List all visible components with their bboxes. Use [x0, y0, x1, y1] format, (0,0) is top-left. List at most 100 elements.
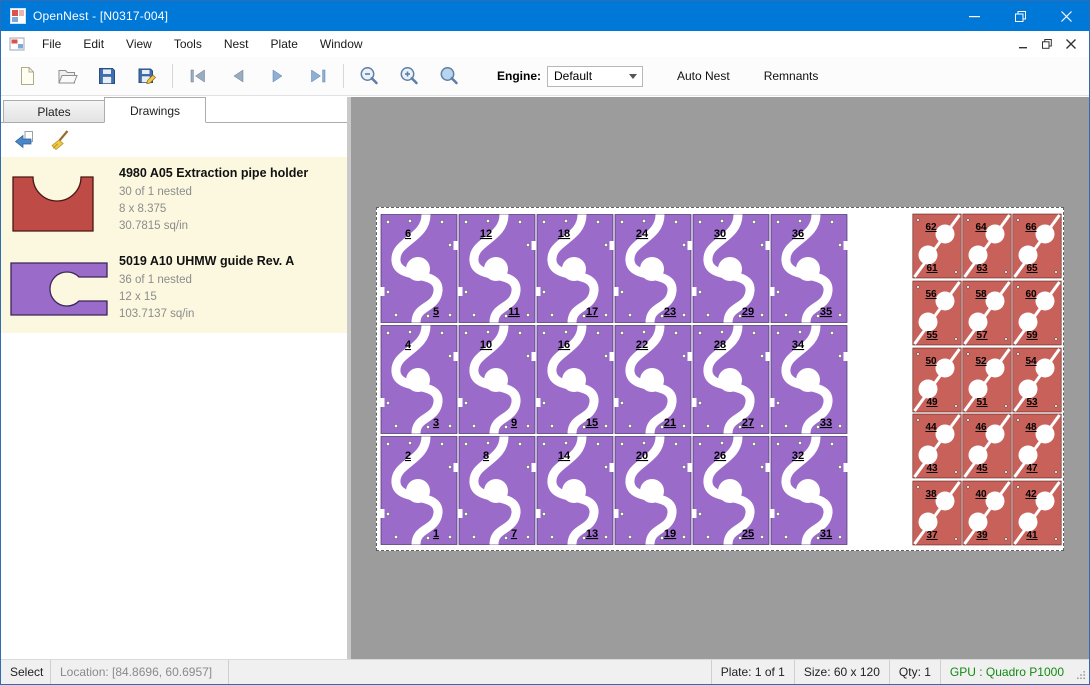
window-title: OpenNest - [N0317-004] [33, 9, 168, 23]
drawing-list-item[interactable]: 5019 A10 UHMW guide Rev. A 36 of 1 neste… [1, 245, 347, 333]
go-first-icon [187, 65, 209, 87]
mdi-close-button[interactable] [1059, 34, 1083, 54]
close-button[interactable] [1043, 1, 1089, 31]
open-button[interactable] [47, 60, 87, 92]
broom-icon [48, 128, 72, 152]
go-last-icon [307, 65, 329, 87]
nest-part-pair[interactable]: 6463 [962, 213, 1012, 279]
import-drawing-button[interactable] [11, 127, 37, 153]
drawing-list-item[interactable]: 4980 A05 Extraction pipe holder 30 of 1 … [1, 157, 347, 245]
zoom-out-button[interactable] [349, 60, 389, 92]
auto-nest-button[interactable]: Auto Nest [667, 63, 740, 89]
part-pair-shape: 3837 [912, 480, 962, 546]
drawing-size: 12 x 15 [119, 289, 294, 306]
part-number: 48 [1025, 422, 1037, 433]
nest-red-grid: 6261 6463 6665 5655 5857 6059 [912, 213, 1062, 547]
nest-part-pair[interactable]: 2423 [614, 213, 692, 324]
nest-part-pair[interactable]: 4039 [962, 480, 1012, 546]
menu-item-nest[interactable]: Nest [213, 31, 260, 57]
nest-part-pair[interactable]: 109 [458, 324, 536, 435]
part-number: 14 [558, 450, 571, 462]
next-plate-button[interactable] [258, 60, 298, 92]
part-number: 29 [742, 306, 754, 318]
purple-part-shape [9, 257, 109, 319]
part-number: 61 [926, 263, 938, 274]
part-number: 35 [820, 306, 832, 318]
previous-plate-button[interactable] [218, 60, 258, 92]
part-number: 19 [664, 528, 676, 540]
part-pair-shape: 1211 [458, 213, 536, 324]
nest-part-pair[interactable]: 2221 [614, 324, 692, 435]
mdi-restore-button[interactable] [1035, 34, 1059, 54]
nest-part-pair[interactable]: 6665 [1012, 213, 1062, 279]
drawings-toolbar [1, 123, 347, 157]
nest-part-pair[interactable]: 5857 [962, 280, 1012, 346]
first-plate-button[interactable] [178, 60, 218, 92]
nest-part-pair[interactable]: 6261 [912, 213, 962, 279]
nest-part-pair[interactable]: 3635 [770, 213, 848, 324]
nest-part-pair[interactable]: 5655 [912, 280, 962, 346]
part-number: 7 [511, 528, 517, 540]
nest-part-pair[interactable]: 2019 [614, 435, 692, 546]
part-pair-shape: 4847 [1012, 413, 1062, 479]
nest-part-pair[interactable]: 5453 [1012, 347, 1062, 413]
nest-part-pair[interactable]: 1413 [536, 435, 614, 546]
nest-part-pair[interactable]: 4443 [912, 413, 962, 479]
nest-part-pair[interactable]: 3433 [770, 324, 848, 435]
minimize-button[interactable] [951, 1, 997, 31]
nest-part-pair[interactable]: 3231 [770, 435, 848, 546]
mdi-minimize-button[interactable] [1011, 34, 1035, 54]
menu-item-tools[interactable]: Tools [163, 31, 213, 57]
menu-item-window[interactable]: Window [309, 31, 374, 57]
drawing-meta: 5019 A10 UHMW guide Rev. A 36 of 1 neste… [111, 253, 294, 323]
save-as-button[interactable] [127, 60, 167, 92]
new-button[interactable] [7, 60, 47, 92]
tab-plates[interactable]: Plates [3, 100, 105, 123]
save-button[interactable] [87, 60, 127, 92]
engine-select[interactable]: Default [547, 66, 643, 87]
zoom-in-button[interactable] [389, 60, 429, 92]
part-number: 5 [433, 306, 439, 318]
remnants-button[interactable]: Remnants [754, 63, 829, 89]
nest-part-pair[interactable]: 4241 [1012, 480, 1062, 546]
nest-part-pair[interactable]: 6059 [1012, 280, 1062, 346]
document-icon [9, 36, 25, 52]
nest-part-pair[interactable]: 2625 [692, 435, 770, 546]
nest-part-pair[interactable]: 2827 [692, 324, 770, 435]
menu-item-view[interactable]: View [115, 31, 163, 57]
menu-item-edit[interactable]: Edit [72, 31, 115, 57]
nest-part-pair[interactable]: 5049 [912, 347, 962, 413]
nest-part-pair[interactable]: 65 [380, 213, 458, 324]
maximize-button[interactable] [997, 1, 1043, 31]
nest-part-pair[interactable]: 4645 [962, 413, 1012, 479]
drawing-name: 4980 A05 Extraction pipe holder [119, 166, 308, 180]
nest-canvas[interactable]: 65 1211 1817 2423 3029 [351, 97, 1089, 659]
part-number: 4 [405, 339, 412, 351]
part-pair-shape: 65 [380, 213, 458, 324]
nest-part-pair[interactable]: 3029 [692, 213, 770, 324]
last-plate-button[interactable] [298, 60, 338, 92]
statusbar: Select Location: [84.8696, 60.6957] Plat… [1, 659, 1089, 684]
zoom-fit-icon [438, 65, 460, 87]
nest-part-pair[interactable]: 5251 [962, 347, 1012, 413]
engine-selected-value: Default [548, 69, 629, 83]
nest-part-pair[interactable]: 1817 [536, 213, 614, 324]
part-pair-shape: 4645 [962, 413, 1012, 479]
tab-drawings[interactable]: Drawings [104, 97, 206, 123]
nest-part-pair[interactable]: 1211 [458, 213, 536, 324]
status-gpu: GPU : Quadro P1000 [940, 660, 1073, 684]
nest-part-pair[interactable]: 1615 [536, 324, 614, 435]
zoom-in-icon [398, 65, 420, 87]
clear-drawings-button[interactable] [47, 127, 73, 153]
left-panel-tabs: Plates Drawings [1, 97, 347, 123]
nest-part-pair[interactable]: 3837 [912, 480, 962, 546]
nest-part-pair[interactable]: 87 [458, 435, 536, 546]
nest-part-pair[interactable]: 43 [380, 324, 458, 435]
part-number: 44 [925, 422, 937, 433]
resize-grip[interactable] [1073, 660, 1089, 684]
nest-part-pair[interactable]: 21 [380, 435, 458, 546]
nest-part-pair[interactable]: 4847 [1012, 413, 1062, 479]
menu-item-file[interactable]: File [31, 31, 72, 57]
zoom-fit-button[interactable] [429, 60, 469, 92]
menu-item-plate[interactable]: Plate [260, 31, 309, 57]
